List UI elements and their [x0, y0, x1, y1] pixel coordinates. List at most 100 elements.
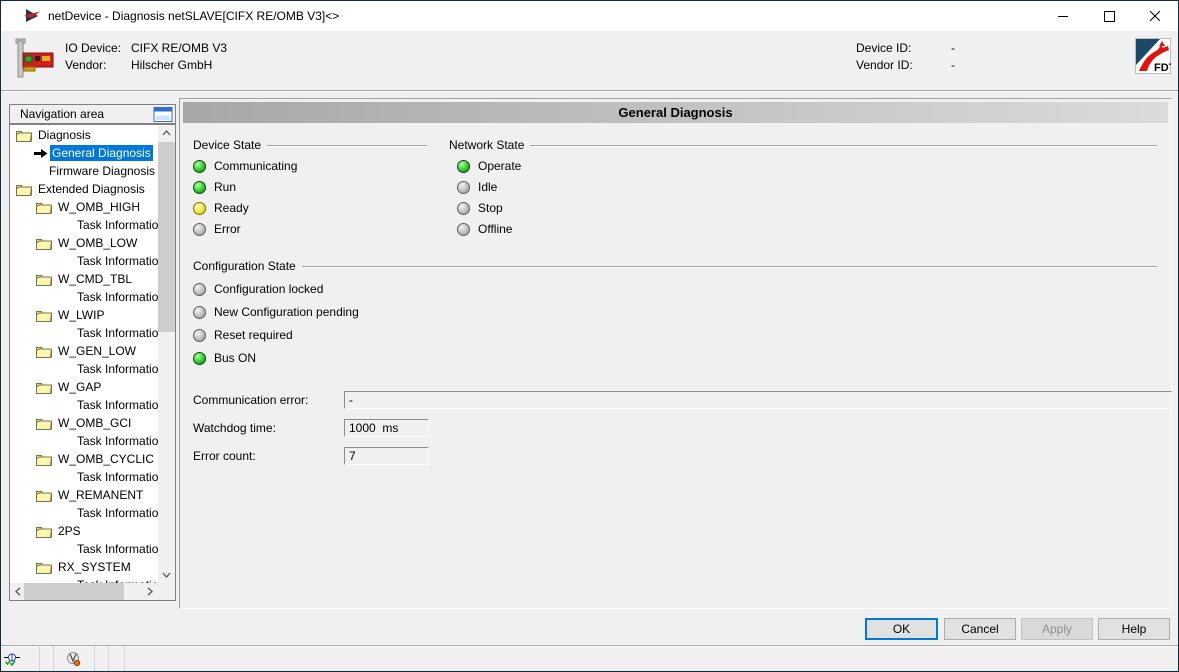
led-row-new-configuration-pending: New Configuration pending	[193, 305, 1157, 319]
status-pane-message	[125, 646, 1178, 671]
tree-item-task-information[interactable]: Task Information	[10, 252, 158, 270]
close-icon	[1150, 11, 1160, 21]
tree-item-task-information[interactable]: Task Information	[10, 576, 158, 583]
led-indicator	[193, 223, 206, 236]
window-controls	[1040, 1, 1178, 31]
folder-icon	[36, 417, 52, 430]
tree-item-label: Task Information	[75, 433, 158, 449]
tree-item-firmware-diagnosis[interactable]: Firmware Diagnosis	[10, 162, 158, 180]
tree-item-w-omb-cyclic[interactable]: W_OMB_CYCLIC	[10, 450, 158, 468]
tree-item-w-omb-high[interactable]: W_OMB_HIGH	[10, 198, 158, 216]
field-row-watchdog-time: Watchdog time: 1000 ms	[180, 419, 1171, 439]
folder-icon	[36, 345, 52, 358]
selected-arrow-icon	[34, 148, 48, 159]
tree-item-2ps[interactable]: 2PS	[10, 522, 158, 540]
group-label: Device State	[193, 138, 261, 152]
tree-item-task-information[interactable]: Task Information	[10, 216, 158, 234]
led-indicator	[457, 223, 470, 236]
vendor-id-label: Vendor ID:	[856, 58, 913, 72]
tree-item-label: Firmware Diagnosis	[47, 163, 157, 179]
scroll-up-icon[interactable]	[158, 125, 175, 142]
field-row-error-count: Error count:7	[180, 447, 1171, 467]
tree-item-w-remanent[interactable]: W_REMANENT	[10, 486, 158, 504]
tree-item-w-omb-low[interactable]: W_OMB_LOW	[10, 234, 158, 252]
led-row-reset-required: Reset required	[193, 328, 1157, 342]
tree-item-task-information[interactable]: Task Information	[10, 288, 158, 306]
help-button[interactable]: Help	[1098, 618, 1170, 640]
tree-item-label: Task Information	[75, 325, 158, 341]
led-label: Reset required	[214, 328, 293, 342]
led-indicator	[193, 283, 206, 296]
field-label: Error count:	[193, 449, 256, 463]
nav-tree-rows: DiagnosisGeneral DiagnosisFirmware Diagn…	[10, 126, 158, 583]
device-id-value: -	[951, 41, 955, 55]
window-title: netDevice - Diagnosis netSLAVE[CIFX RE/O…	[48, 9, 339, 23]
field-label: Watchdog time:	[193, 421, 276, 435]
vendor-label: Vendor:	[65, 58, 106, 72]
led-indicator	[193, 160, 206, 173]
minimize-button[interactable]	[1040, 1, 1086, 31]
tree-item-general-diagnosis[interactable]: General Diagnosis	[10, 144, 158, 162]
tree-item-w-cmd-tbl[interactable]: W_CMD_TBL	[10, 270, 158, 288]
minimize-icon	[1058, 16, 1068, 17]
tree-item-task-information[interactable]: Task Information	[10, 396, 158, 414]
tree-horizontal-scrollbar[interactable]	[10, 583, 158, 600]
tree-item-label: Task Information	[75, 361, 158, 377]
folder-icon	[36, 453, 52, 466]
folder-icon	[36, 561, 52, 574]
configuration-state-group: Configuration StateConfiguration lockedN…	[193, 259, 1157, 365]
cancel-button[interactable]: Cancel	[944, 618, 1016, 640]
scroll-down-icon[interactable]	[158, 566, 175, 583]
folder-icon	[36, 309, 52, 322]
led-label: Bus ON	[214, 351, 256, 365]
scroll-right-icon[interactable]	[141, 583, 158, 600]
led-indicator	[457, 160, 470, 173]
close-button[interactable]	[1132, 1, 1178, 31]
navigation-tree: DiagnosisGeneral DiagnosisFirmware Diagn…	[9, 124, 176, 601]
field-label: Communication error:	[193, 393, 308, 407]
navigation-header[interactable]: Navigation area	[9, 104, 176, 124]
tree-item-task-information[interactable]: Task Information	[10, 324, 158, 342]
folder-icon	[36, 525, 52, 538]
vertical-scroll-thumb[interactable]	[158, 142, 175, 332]
tree-item-rx-system[interactable]: RX_SYSTEM	[10, 558, 158, 576]
maximize-icon	[1104, 11, 1115, 22]
ok-button[interactable]: OK	[865, 618, 938, 640]
led-label: Stop	[478, 201, 503, 215]
network-state-group: Network StateOperateIdleStopOffline	[449, 138, 1157, 236]
led-row-offline: Offline	[457, 222, 1157, 236]
tree-item-task-information[interactable]: Task Information	[10, 432, 158, 450]
folder-icon	[16, 183, 32, 196]
svg-text:FDT: FDT	[1154, 62, 1171, 74]
device-id-label: Device ID:	[856, 41, 911, 55]
header-divider	[1, 90, 1178, 92]
tree-item-label: W_OMB_LOW	[56, 235, 139, 251]
tree-item-label: Task Information	[75, 469, 158, 485]
led-row-idle: Idle	[457, 180, 1157, 194]
tree-item-task-information[interactable]: Task Information	[10, 468, 158, 486]
tree-item-task-information[interactable]: Task Information	[10, 360, 158, 378]
tree-item-w-gap[interactable]: W_GAP	[10, 378, 158, 396]
tree-item-label: RX_SYSTEM	[56, 559, 133, 575]
led-row-configuration-locked: Configuration locked	[193, 282, 1157, 296]
device-state-group: Device StateCommunicatingRunReadyError	[193, 138, 427, 236]
diagnosis-panel: General Diagnosis Device StateCommunicat…	[179, 98, 1172, 609]
tree-item-w-omb-gci[interactable]: W_OMB_GCI	[10, 414, 158, 432]
tree-item-w-lwip[interactable]: W_LWIP	[10, 306, 158, 324]
tree-item-w-gen-low[interactable]: W_GEN_LOW	[10, 342, 158, 360]
page-title: General Diagnosis	[183, 102, 1168, 123]
tree-item-extended-diagnosis[interactable]: Extended Diagnosis	[10, 180, 158, 198]
title-bar[interactable]: netDevice - Diagnosis netSLAVE[CIFX RE/O…	[1, 1, 1178, 31]
tree-item-task-information[interactable]: Task Information	[10, 540, 158, 558]
tree-item-task-information[interactable]: Task Information	[10, 504, 158, 522]
tree-vertical-scrollbar[interactable]	[158, 125, 175, 583]
maximize-button[interactable]	[1086, 1, 1132, 31]
horizontal-scroll-thumb[interactable]	[24, 583, 124, 600]
tree-item-diagnosis[interactable]: Diagnosis	[10, 126, 158, 144]
panel-layout-icon[interactable]	[153, 107, 173, 122]
io-device-value: CIFX RE/OMB V3	[131, 41, 227, 55]
tree-item-label: W_OMB_HIGH	[56, 199, 142, 215]
tree-item-label: Diagnosis	[36, 127, 93, 143]
tree-item-label: W_GAP	[56, 379, 103, 395]
field-value: 1000 ms	[344, 419, 429, 437]
